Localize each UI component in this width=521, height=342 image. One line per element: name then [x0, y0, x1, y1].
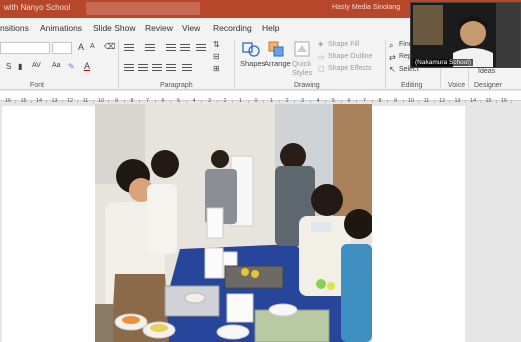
ruler-tick-label: 15 [20, 98, 26, 104]
decrease-font-button[interactable]: A [90, 43, 95, 50]
shape-outline-button[interactable]: Shape Outline [328, 53, 372, 60]
tab-animations[interactable]: Animations [40, 23, 82, 33]
highlight-icon[interactable]: ✎ [68, 62, 75, 71]
font-color-button[interactable]: A [84, 61, 90, 71]
document-title: with Nanyo School [4, 3, 71, 12]
decrease-indent-icon[interactable] [166, 44, 176, 52]
ruler-ticks: 16 15 14 13 12 11 10 9 8 7 6 5 4 3 2 1 0 1 2 3 4 5 6 7 8 9 10 11 12 1… [5, 98, 512, 104]
strikethrough-button[interactable]: S [6, 62, 11, 71]
ruler-tick-label: 14 [470, 98, 476, 104]
slide-photo[interactable] [95, 104, 372, 342]
align-right-icon[interactable] [152, 64, 162, 72]
webcam-overlay[interactable]: (Nakamura School) [410, 2, 521, 68]
arrange-icon[interactable] [268, 41, 286, 57]
separator [234, 40, 235, 88]
ruler-tick-label: 16 [5, 98, 11, 104]
tab-recording[interactable]: Recording [213, 23, 252, 33]
smartart-icon[interactable]: ⊞ [213, 64, 220, 73]
increase-indent-icon[interactable] [180, 44, 190, 52]
shape-effects-button[interactable]: Shape Effects [328, 65, 371, 72]
ruler-tick-label: 9 [394, 98, 397, 104]
quick-styles-icon[interactable] [294, 41, 310, 57]
quick-styles-button-line2: Styles [292, 68, 313, 77]
quick-styles-button[interactable]: Quick [292, 59, 311, 68]
horizontal-ruler: 16 15 14 13 12 11 10 9 8 7 6 5 4 3 2 1 0 1 2 3 4 5 6 7 8 9 10 11 12 1… [0, 91, 521, 104]
ruler-tick-label: 12 [67, 98, 73, 104]
change-case-button[interactable]: Aa [52, 62, 61, 69]
shape-outline-icon[interactable]: ▭ [318, 53, 325, 61]
tab-slide-show[interactable]: Slide Show [93, 23, 136, 33]
bullets-icon[interactable] [124, 44, 134, 52]
font-group-label: Font [30, 82, 45, 89]
separator [118, 40, 119, 88]
search-box[interactable] [86, 2, 200, 15]
ruler-tick-label: 8 [378, 98, 381, 104]
numbering-icon[interactable] [145, 44, 155, 52]
columns-icon[interactable] [182, 64, 192, 72]
tab-view[interactable]: View [182, 23, 200, 33]
ruler-tick-label: 15 [485, 98, 491, 104]
drawing-group-label: Drawing [294, 82, 320, 89]
align-center-icon[interactable] [138, 64, 148, 72]
participant-name: (Nakamura School) [413, 59, 473, 66]
arrange-button[interactable]: Arrange [264, 59, 291, 68]
shapes-button[interactable]: Shapes [240, 59, 265, 68]
ideas-button[interactable]: Ideas [478, 68, 495, 75]
select-icon[interactable]: ↖ [389, 65, 396, 74]
align-text-icon[interactable]: ⊟ [213, 52, 220, 61]
designer-group-label: Designer [474, 82, 503, 89]
line-spacing-icon[interactable] [196, 44, 206, 52]
tab-help[interactable]: Help [262, 23, 279, 33]
ruler-tick-label: 16 [501, 98, 507, 104]
ruler-tick-label: 11 [424, 98, 430, 104]
shape-fill-icon[interactable]: ◈ [318, 40, 323, 48]
separator [385, 40, 386, 88]
tab-review[interactable]: Review [145, 23, 173, 33]
increase-font-button[interactable]: A [78, 42, 84, 52]
replace-icon[interactable]: ⇄ [389, 53, 396, 62]
character-spacing-button[interactable]: AV [32, 62, 41, 69]
font-name-dropdown[interactable] [0, 42, 50, 54]
clear-formatting-icon[interactable]: ⌫ [104, 42, 115, 51]
ruler-tick-label: 13 [51, 98, 57, 104]
shadow-icon[interactable]: ▮ [18, 62, 22, 71]
user-name: Hasty Media Sinolang [332, 4, 401, 11]
find-icon[interactable]: ⌕ [389, 41, 393, 51]
font-size-dropdown[interactable] [52, 42, 72, 54]
ruler-tick-label: 12 [439, 98, 445, 104]
ruler-tick-label: 11 [83, 98, 89, 104]
text-direction-icon[interactable]: ⇅ [213, 40, 220, 49]
shape-effects-icon[interactable]: ▢ [318, 65, 325, 73]
voice-group-label: Voice [448, 82, 466, 89]
shape-fill-button[interactable]: Shape Fill [328, 41, 359, 48]
tab-transitions[interactable]: nsitions [0, 23, 29, 33]
editing-group-label: Editing [401, 82, 423, 89]
paragraph-group-label: Paragraph [160, 82, 193, 89]
align-left-icon[interactable] [124, 64, 134, 72]
shapes-icon[interactable] [242, 41, 260, 57]
ruler-tick-label: 10 [408, 98, 414, 104]
ruler-tick-label: 13 [454, 98, 460, 104]
ruler-tick-label: 14 [36, 98, 42, 104]
justify-icon[interactable] [166, 64, 176, 72]
